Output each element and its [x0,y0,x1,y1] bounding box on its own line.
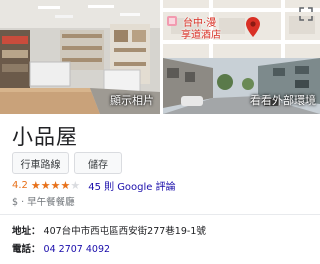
star-rating: ★ ★ ★ ★ ★ [31,180,80,191]
expand-icon[interactable] [298,6,314,22]
address-label: 地址： [12,226,41,237]
rating-row: 4.2 ★ ★ ★ ★ ★ 45 則 Google 評論 [12,178,176,193]
directions-button[interactable]: 行車路線 [12,152,69,174]
street-view-thumbnail[interactable]: 看看外部環境 [163,58,320,114]
star-icon: ★ [50,178,61,192]
phone-link[interactable]: 04 2707 4092 [44,244,110,255]
interior-photo[interactable]: 顯示相片 [0,0,160,114]
see-outside-caption[interactable]: 看看外部環境 [250,92,316,108]
save-button[interactable]: 儲存 [74,152,122,174]
phone-row: 電話： 04 2707 4092 [12,241,110,255]
address-value: 407台中市西屯區西安街277巷19-1號 [43,226,206,237]
review-count-link[interactable]: 45 則 [88,178,114,193]
rating-value: 4.2 [12,179,28,191]
map-pin-icon [246,17,260,37]
google-reviews-link[interactable]: Google 評論 [117,178,175,193]
price-category: $ · 早午餐餐廳 [12,197,75,208]
hero-images: 顯示相片 台中‧漫 享道酒店 看看外部環境 [0,0,320,114]
map-place-label-line2: 享道酒店 [181,30,221,41]
star-icon: ★ [30,178,41,192]
place-name: 小品屋 [12,125,78,149]
star-icon: ★ [40,178,51,192]
divider [0,214,320,215]
show-photos-caption[interactable]: 顯示相片 [110,92,154,108]
map-thumbnail[interactable]: 台中‧漫 享道酒店 [163,0,320,58]
star-icon: ★ [70,178,81,192]
phone-label: 電話： [12,244,41,255]
address-row: 地址： 407台中市西屯區西安街277巷19-1號 [12,223,206,237]
star-icon: ★ [60,178,71,192]
